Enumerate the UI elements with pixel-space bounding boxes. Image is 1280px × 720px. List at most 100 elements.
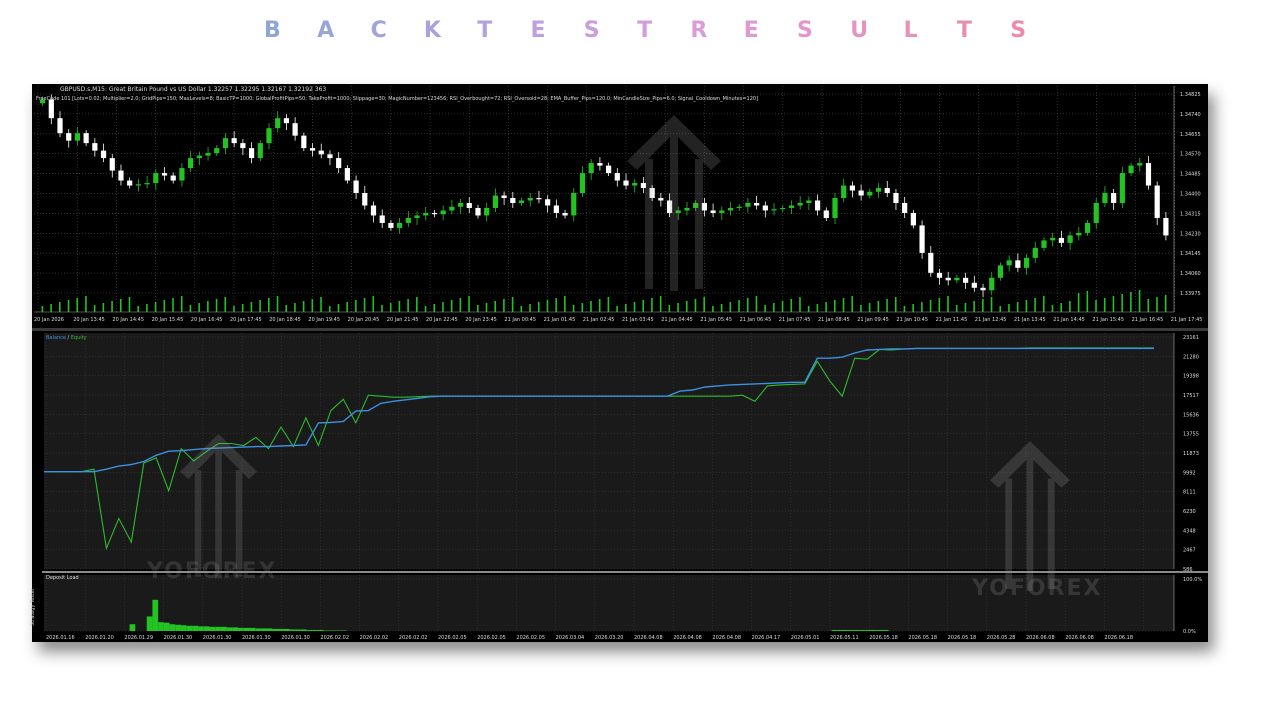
volume-bar xyxy=(207,301,209,312)
volume-bar xyxy=(842,298,845,312)
bull-candle xyxy=(135,184,141,186)
bull-candle xyxy=(492,195,498,208)
bear-candle xyxy=(353,180,359,194)
bull-candle xyxy=(1006,260,1012,266)
volume-bar xyxy=(790,299,793,312)
volume-bar xyxy=(485,303,488,312)
ea-parameters: FreeCode 101 [Lots=0.02; Multiplier=2.0;… xyxy=(36,96,759,102)
bull-candle xyxy=(1137,163,1143,166)
volume-bar xyxy=(224,297,227,312)
bear-candle xyxy=(510,198,516,203)
bear-candle xyxy=(754,202,760,206)
volume-bar xyxy=(1069,301,1071,312)
bear-candle xyxy=(127,180,133,186)
load-bar xyxy=(215,626,221,631)
strategy-tester-side-tab[interactable]: Strategy Tester xyxy=(30,332,42,642)
y-tick-label: 1.34145 xyxy=(1180,251,1201,257)
bear-candle xyxy=(701,202,707,211)
y-tick-label: 1.34655 xyxy=(1180,132,1201,138)
volume-bar xyxy=(694,299,697,312)
volume-bar xyxy=(860,305,862,312)
bull-candle xyxy=(684,207,690,211)
volume-bar xyxy=(781,301,784,312)
x-tick-label: 20 Jan 18:45 xyxy=(269,317,301,323)
load-bar xyxy=(129,624,136,631)
balance-equity-chart[interactable]: 23161 21280 19398 17517 15636 13755 11873 9992 8… xyxy=(32,331,1208,571)
title-letter: C xyxy=(370,18,387,43)
load-bar xyxy=(203,626,210,631)
x-tick-label: 2026.02.02 xyxy=(360,635,389,641)
volume-bar xyxy=(816,304,819,312)
y-tick-label: 1.34060 xyxy=(1180,271,1201,277)
volume-bar xyxy=(111,301,113,312)
load-bar xyxy=(854,629,861,631)
title-letter: S xyxy=(1010,18,1027,43)
x-tick-label: 2026.05.28 xyxy=(987,635,1016,641)
bear-candle xyxy=(980,287,986,291)
bull-candle xyxy=(153,173,159,184)
load-bar xyxy=(192,625,199,631)
volume-bar xyxy=(834,300,836,312)
y-tick-label: 2467 xyxy=(1183,548,1196,554)
bear-candle xyxy=(936,272,943,278)
bear-candle xyxy=(344,168,350,181)
volume-bar xyxy=(424,306,427,312)
x-tick-label: 20 Jan 14:45 xyxy=(112,317,144,323)
bull-candle xyxy=(693,202,699,208)
y-tick-label: 4348 xyxy=(1183,528,1196,534)
x-tick-label: 21 Jan 12:45 xyxy=(975,317,1007,323)
volume-bar xyxy=(442,302,444,312)
price-chart[interactable]: 1.34825 1.34740 1.34655 1.34570 1.34485 1.344… xyxy=(32,84,1208,328)
volume-bar xyxy=(1042,296,1045,312)
volume-bar xyxy=(503,299,505,312)
volume-bar xyxy=(389,303,392,312)
load-bar xyxy=(871,629,878,631)
bear-candle xyxy=(928,252,934,273)
bear-candle xyxy=(963,277,969,283)
volume-bar xyxy=(746,298,749,312)
load-bar xyxy=(306,629,313,631)
volume-bar xyxy=(416,297,418,312)
volume-bar xyxy=(511,297,514,312)
bear-candle xyxy=(614,173,620,181)
bull-candle xyxy=(632,183,638,186)
x-tick-label: 21 Jan 00:45 xyxy=(504,317,536,323)
bear-candle xyxy=(606,165,612,174)
volume-bar xyxy=(189,305,192,312)
load-bar xyxy=(300,629,307,631)
bull-candle xyxy=(275,118,281,129)
bear-candle xyxy=(666,200,673,213)
load-bar xyxy=(335,630,341,631)
bull-candle xyxy=(736,206,742,208)
load-bar xyxy=(831,629,838,631)
y-tick-label: 1.34740 xyxy=(1180,112,1201,118)
bull-candle xyxy=(457,202,464,207)
volume-bar xyxy=(241,304,244,312)
load-bar xyxy=(842,629,849,631)
bear-candle xyxy=(57,118,63,134)
bear-candle xyxy=(849,185,856,191)
volume-bar xyxy=(807,306,810,312)
bull-candle xyxy=(196,155,202,159)
volume-bar xyxy=(320,297,322,312)
bull-candle xyxy=(745,202,751,207)
title-letter: B xyxy=(264,18,281,43)
x-tick-label: 20 Jan 2026 xyxy=(34,317,64,323)
volume-bar xyxy=(616,306,618,312)
y-tick-label: 1.34230 xyxy=(1180,231,1201,237)
x-tick-label: 2026.01.30 xyxy=(203,635,232,641)
bear-candle xyxy=(336,158,342,169)
bear-candle xyxy=(1154,185,1160,218)
volume-bar xyxy=(999,306,1002,312)
volume-bar xyxy=(250,302,253,312)
y-tick-label: 1.34315 xyxy=(1180,211,1201,217)
load-bar xyxy=(283,628,290,631)
volume-bar xyxy=(799,297,801,312)
x-tick-label: 21 Jan 11:45 xyxy=(936,317,968,323)
volume-bar xyxy=(468,296,470,312)
title-letter: K xyxy=(423,18,441,43)
bear-candle xyxy=(553,205,559,213)
title-letter: S xyxy=(797,18,813,43)
bear-candle xyxy=(623,180,629,186)
volume-bar xyxy=(450,300,453,312)
